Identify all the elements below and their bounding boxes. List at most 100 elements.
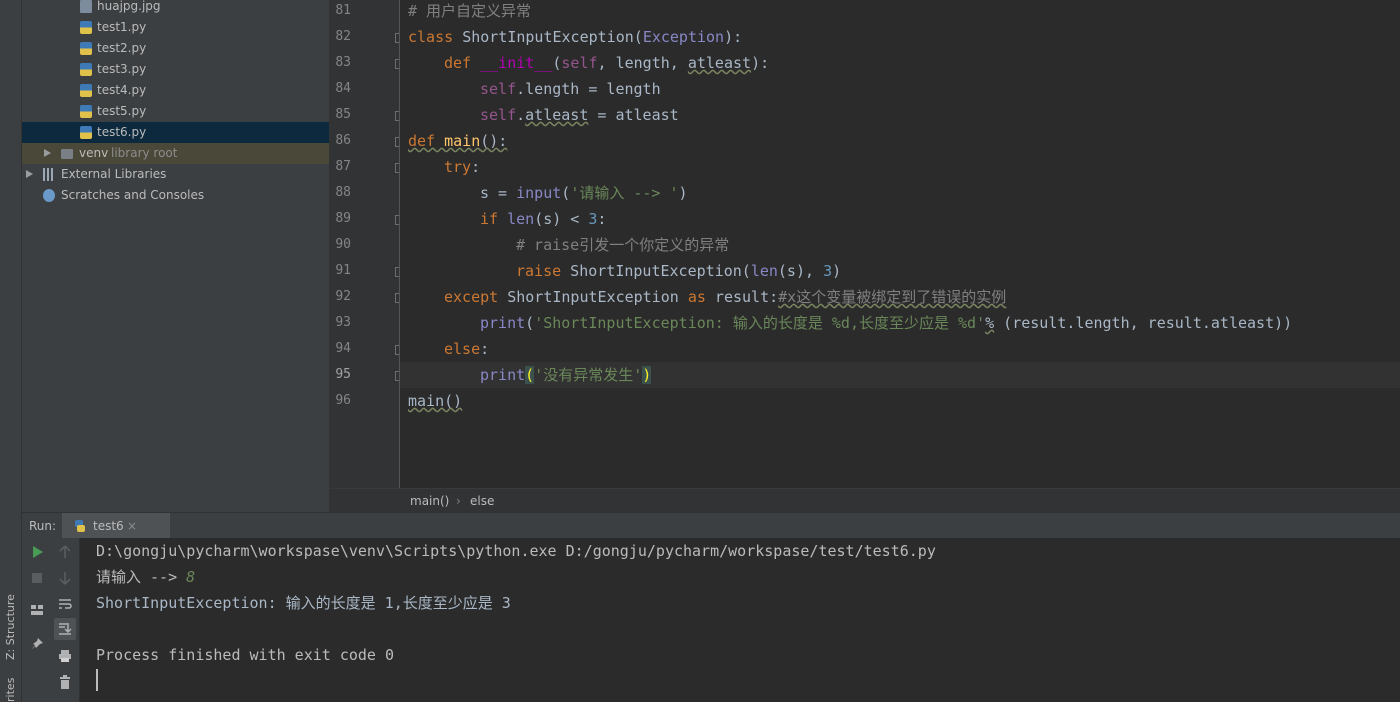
- code-line-96: main(): [408, 392, 463, 410]
- code-line-86: def main():: [408, 132, 508, 150]
- line-number: 93: [335, 315, 351, 330]
- code-line-93: print('ShortInputException: 输入的长度是 %d,长度…: [480, 314, 1293, 332]
- print-icon[interactable]: [57, 648, 73, 664]
- folder-icon: [61, 149, 73, 159]
- code-line-83: def __init__(self, length, atleast):: [444, 54, 770, 72]
- tree-item-label: test3.py: [97, 62, 147, 76]
- tree-item-test2[interactable]: test2.py: [22, 38, 329, 59]
- tree-item-label: test4.py: [97, 83, 147, 97]
- line-number-current: 95: [335, 367, 351, 382]
- expand-arrow-icon[interactable]: [44, 149, 51, 157]
- code-line-81: # 用户自定义异常: [408, 2, 532, 20]
- python-file-icon: [80, 21, 92, 34]
- project-tree: huajpg.jpg test1.py test2.py test3.py te…: [22, 0, 329, 512]
- run-label: Run:: [29, 519, 57, 533]
- line-number: 94: [335, 341, 351, 356]
- scroll-to-end-toggle[interactable]: [54, 618, 76, 640]
- run-side-toolbar: [22, 538, 80, 702]
- code-line-92: except ShortInputException as result:#x这…: [444, 288, 1007, 306]
- tree-item-label: External Libraries: [61, 167, 167, 181]
- line-number: 85: [335, 107, 351, 122]
- line-number: 88: [335, 185, 351, 200]
- code-line-91: raise ShortInputException(len(s), 3): [516, 262, 842, 280]
- tree-item-test1[interactable]: test1.py: [22, 17, 329, 38]
- tree-item-label: test5.py: [97, 104, 147, 118]
- close-icon[interactable]: ×: [127, 513, 137, 539]
- line-number: 84: [335, 81, 351, 96]
- code-line-88: s = input('请输入 --> '): [480, 184, 688, 202]
- code-line-87: try:: [444, 158, 481, 176]
- console-input-line: 请输入 --> 8: [96, 564, 195, 590]
- stop-icon[interactable]: [29, 570, 45, 586]
- line-number: 91: [335, 263, 351, 278]
- trash-icon[interactable]: [57, 674, 73, 690]
- run-console[interactable]: D:\gongju\pycharm\workspase\venv\Scripts…: [80, 538, 1400, 702]
- library-root-hint: library root: [111, 146, 178, 160]
- console-command-line: D:\gongju\pycharm\workspase\venv\Scripts…: [96, 542, 936, 560]
- tree-item-venv[interactable]: venv library root: [22, 143, 329, 164]
- tree-item-label: test1.py: [97, 20, 147, 34]
- libraries-icon: [43, 168, 55, 181]
- tree-item-huajpg[interactable]: huajpg.jpg: [22, 0, 329, 17]
- line-number: 83: [335, 55, 351, 70]
- code-line-82: class ShortInputException(Exception):: [408, 28, 743, 46]
- breadcrumb-separator: ›: [456, 494, 461, 508]
- tree-item-label: huajpg.jpg: [97, 0, 161, 13]
- code-editor[interactable]: # 用户自定义异常 class ShortInputException(Exce…: [400, 0, 1400, 488]
- line-number: 90: [335, 237, 351, 252]
- python-file-icon: [80, 42, 92, 55]
- run-tab-label: test6: [93, 519, 124, 533]
- tree-item-label: Scratches and Consoles: [61, 188, 205, 202]
- console-user-input: 8: [186, 568, 196, 586]
- python-file-icon: [80, 105, 92, 118]
- rerun-icon[interactable]: [29, 544, 45, 560]
- tree-item-label: test2.py: [97, 41, 147, 55]
- tree-item-test4[interactable]: test4.py: [22, 80, 329, 101]
- python-file-icon: [80, 63, 92, 76]
- code-line-95: print('没有异常发生'): [480, 366, 652, 384]
- editor-gutter: 81 82 83 84 85 86 87 88 89 90 91 92 93 9…: [329, 0, 405, 488]
- image-file-icon: [80, 0, 92, 13]
- code-line-90: # raise引发一个你定义的异常: [516, 236, 730, 254]
- python-file-icon: [80, 84, 92, 97]
- tree-item-external-libraries[interactable]: External Libraries: [22, 164, 329, 185]
- line-number: 81: [335, 3, 351, 18]
- console-prompt: 请输入 -->: [96, 568, 187, 586]
- structure-tool-tab[interactable]: Z: Structure: [4, 594, 17, 660]
- breadcrumb-item-else[interactable]: else: [470, 489, 494, 513]
- scroll-down-icon[interactable]: [57, 570, 73, 586]
- run-toolbar: Run: test6 ×: [22, 512, 1400, 539]
- scratches-icon: [43, 189, 55, 202]
- code-line-85: self.atleast = atleast: [480, 106, 679, 124]
- layout-icon[interactable]: [29, 602, 45, 618]
- left-tool-strip: Z: Structure rites: [0, 0, 22, 702]
- line-number: 89: [335, 211, 351, 226]
- pin-icon[interactable]: [29, 636, 45, 652]
- favorites-tool-tab[interactable]: rites: [4, 678, 17, 702]
- line-number: 96: [335, 393, 351, 408]
- tree-item-label: venv: [79, 146, 109, 160]
- code-line-84: self.length = length: [480, 80, 661, 98]
- tree-item-test3[interactable]: test3.py: [22, 59, 329, 80]
- line-number: 86: [335, 133, 351, 148]
- console-caret: [96, 669, 98, 691]
- tree-item-scratches[interactable]: Scratches and Consoles: [22, 185, 329, 206]
- soft-wrap-icon[interactable]: [57, 596, 73, 612]
- line-number: 92: [335, 289, 351, 304]
- breadcrumb-item-main[interactable]: main(): [410, 489, 449, 513]
- run-tab-test6[interactable]: test6 ×: [62, 513, 170, 539]
- python-file-icon: [80, 126, 92, 139]
- code-line-89: if len(s) < 3:: [480, 210, 607, 228]
- expand-arrow-icon[interactable]: [26, 170, 33, 178]
- scroll-up-icon[interactable]: [57, 544, 73, 560]
- tree-item-test5[interactable]: test5.py: [22, 101, 329, 122]
- console-exit-line: Process finished with exit code 0: [96, 646, 395, 664]
- line-number: 87: [335, 159, 351, 174]
- tree-item-label: test6.py: [97, 125, 147, 139]
- line-number: 82: [335, 29, 351, 44]
- python-logo-icon: [75, 520, 85, 532]
- console-error-line: ShortInputException: 输入的长度是 1,长度至少应是 3: [96, 594, 511, 612]
- code-line-94: else:: [444, 340, 490, 358]
- breadcrumb: main() › else: [329, 488, 1400, 512]
- tree-item-test6[interactable]: test6.py: [22, 122, 329, 143]
